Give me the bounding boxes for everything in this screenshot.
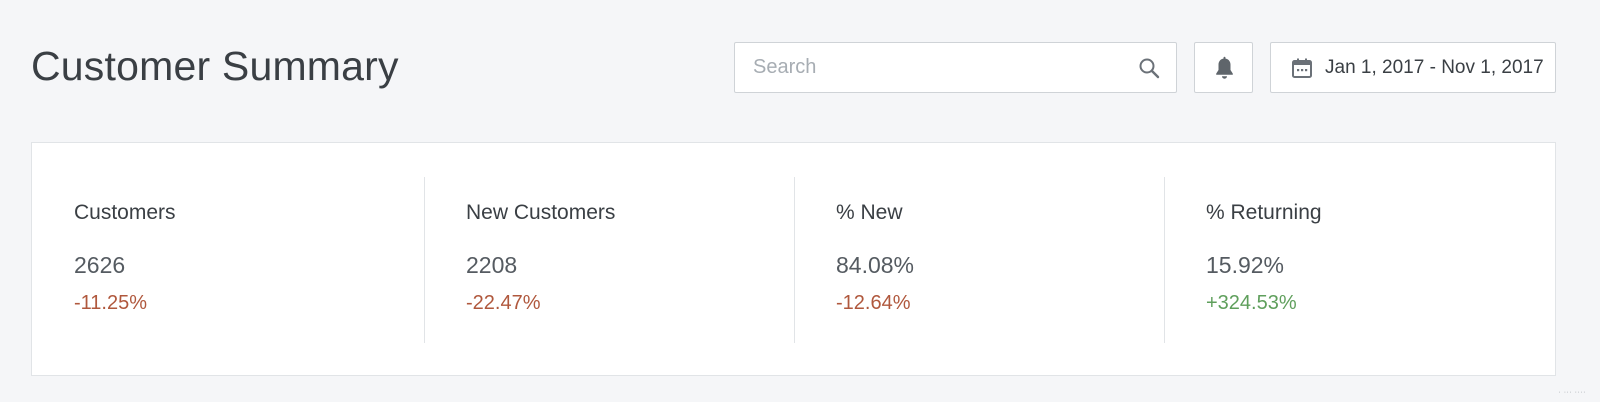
metric-change: -12.64%	[836, 292, 911, 314]
search-input[interactable]	[735, 43, 1176, 92]
metric-label: New Customers	[466, 201, 616, 224]
metric-value: 2626	[74, 252, 126, 278]
notifications-button[interactable]	[1194, 42, 1253, 93]
metric-label: Customers	[74, 201, 176, 224]
metric-percent-returning: % Returning 15.92% +324.53%	[1164, 177, 1556, 343]
page-title: Customer Summary	[31, 43, 399, 89]
date-range-button[interactable]: Jan 1, 2017 - Nov 1, 2017	[1270, 42, 1556, 93]
summary-card: Customers 2626 -11.25% New Customers 220…	[31, 142, 1556, 376]
metric-change: -11.25%	[74, 292, 148, 314]
metric-value: 84.08%	[836, 252, 915, 278]
metric-change: +324.53%	[1206, 292, 1297, 314]
metric-label: % New	[836, 201, 903, 224]
calendar-icon	[1292, 58, 1312, 78]
metric-value: 15.92%	[1206, 252, 1285, 278]
search-icon[interactable]	[1138, 57, 1160, 79]
search-box[interactable]	[734, 42, 1177, 93]
metric-value: 2208	[466, 252, 518, 278]
customer-summary-page: Customer Summary Jan 1, 2017 - Nov 1, 20…	[0, 0, 1600, 402]
bell-icon	[1216, 56, 1233, 79]
metric-label: % Returning	[1206, 201, 1322, 224]
date-range-label: Jan 1, 2017 - Nov 1, 2017	[1325, 56, 1544, 78]
metric-new-customers: New Customers 2208 -22.47%	[424, 177, 794, 343]
corner-mark: · ··· ····	[1558, 389, 1586, 396]
metric-change: -22.47%	[466, 292, 541, 314]
metric-customers: Customers 2626 -11.25%	[32, 177, 424, 343]
metric-percent-new: % New 84.08% -12.64%	[794, 177, 1164, 343]
